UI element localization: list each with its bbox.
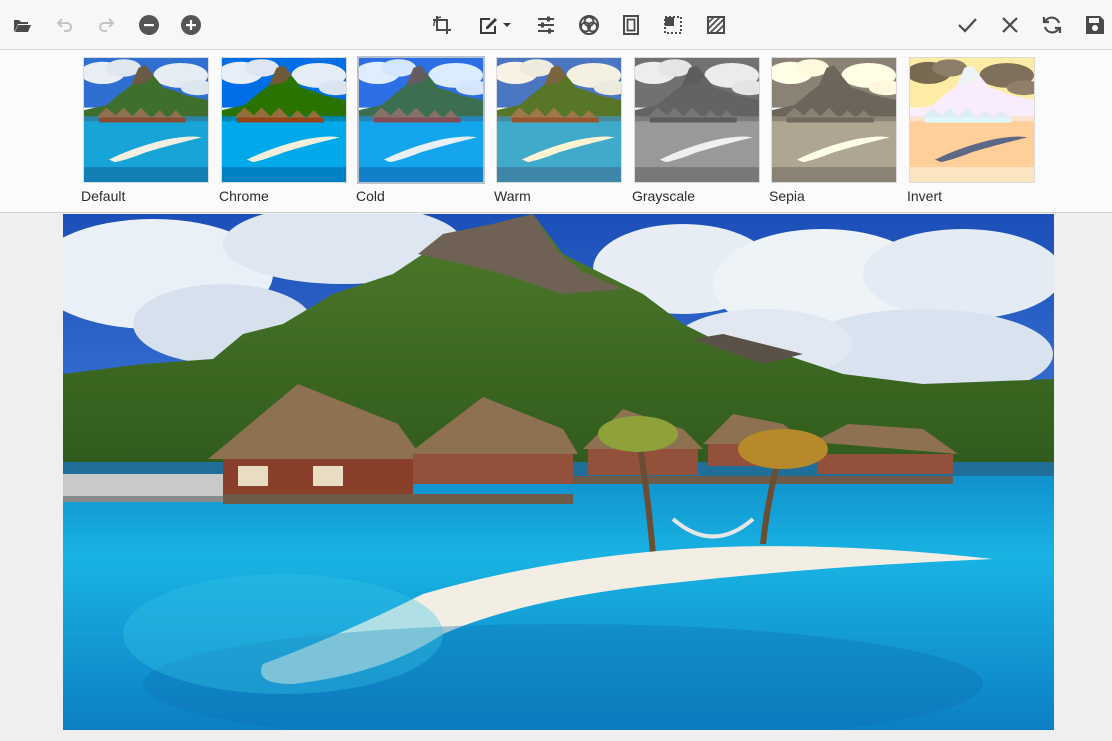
frame-icon — [623, 15, 639, 35]
discard-button[interactable] — [995, 8, 1025, 42]
resize-icon — [664, 16, 682, 34]
filter-label: Chrome — [219, 188, 269, 204]
reset-icon — [1042, 16, 1062, 34]
save-icon — [1086, 16, 1104, 34]
filter-label: Default — [81, 188, 126, 204]
apply-button[interactable] — [952, 8, 982, 42]
filter-label: Invert — [907, 188, 943, 204]
crop-button[interactable] — [427, 8, 457, 42]
beach-scene-image — [63, 214, 1054, 730]
filter-label: Grayscale — [632, 188, 696, 204]
edited-image[interactable] — [63, 214, 1054, 730]
zoom-in-icon — [181, 15, 201, 35]
filter-button[interactable] — [574, 8, 604, 42]
filter-thumbnail — [771, 57, 897, 183]
save-button[interactable] — [1080, 8, 1110, 42]
zoom-out-icon — [139, 15, 159, 35]
filter-chrome[interactable]: Chrome — [219, 55, 349, 210]
open-icon — [14, 20, 31, 32]
redo-icon — [99, 18, 115, 32]
filter-thumbnail — [496, 57, 622, 183]
frame-button[interactable] — [616, 8, 646, 42]
crop-icon — [433, 16, 451, 34]
resize-button[interactable] — [658, 8, 688, 42]
undo-icon — [56, 18, 72, 32]
apply-icon — [958, 18, 977, 33]
filter-label: Sepia — [769, 188, 805, 204]
filter-thumbnail — [634, 57, 760, 183]
editor-canvas[interactable] — [0, 214, 1112, 741]
redo-button[interactable] — [92, 8, 122, 42]
adjust-button[interactable] — [531, 8, 561, 42]
filter-strip: Default Chrome Cold Warm Grayscale Sepia — [0, 50, 1112, 213]
filter-warm[interactable]: Warm — [494, 55, 624, 210]
filter-default[interactable]: Default — [81, 55, 211, 210]
image-editor-toolbar — [0, 0, 1112, 50]
filter-invert[interactable]: Invert — [907, 55, 1037, 210]
filter-sepia[interactable]: Sepia — [769, 55, 899, 210]
annotate-button[interactable] — [472, 8, 516, 42]
filter-icon — [579, 15, 599, 35]
filter-label: Cold — [356, 188, 385, 204]
filter-thumbnail — [83, 57, 209, 183]
chevron-down-icon — [502, 23, 511, 27]
filter-cold[interactable]: Cold — [356, 55, 486, 210]
filter-thumbnail — [357, 56, 485, 184]
undo-button[interactable] — [49, 8, 79, 42]
filter-grayscale[interactable]: Grayscale — [632, 55, 762, 210]
filter-thumbnail — [909, 57, 1035, 183]
reset-button[interactable] — [1037, 8, 1067, 42]
annotate-icon — [479, 18, 497, 34]
discard-icon — [1002, 17, 1018, 33]
open-button[interactable] — [7, 8, 37, 42]
zoom-in-button[interactable] — [176, 8, 206, 42]
adjust-icon — [538, 16, 554, 34]
redact-button[interactable] — [701, 8, 731, 42]
filter-thumbnail — [221, 57, 347, 183]
filter-label: Warm — [494, 188, 531, 204]
redact-icon — [707, 16, 725, 34]
zoom-out-button[interactable] — [134, 8, 164, 42]
